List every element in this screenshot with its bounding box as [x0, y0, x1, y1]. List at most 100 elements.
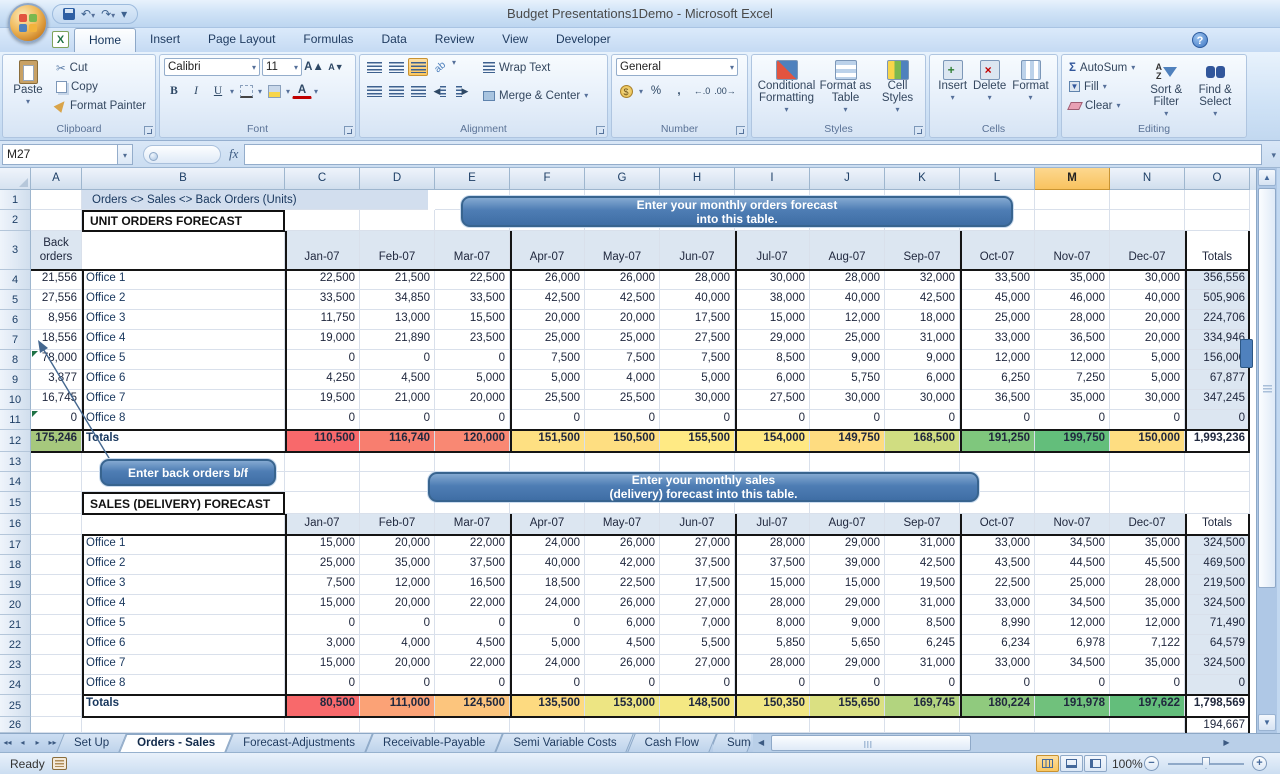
cell-M13[interactable] [1035, 452, 1110, 472]
cell-E22[interactable]: 4,500 [435, 635, 510, 655]
cell-H9[interactable]: 5,000 [660, 370, 735, 390]
cell-C23[interactable]: 15,000 [285, 655, 360, 675]
cell-E25[interactable]: 124,500 [435, 695, 510, 717]
cell-J7[interactable]: 25,000 [810, 330, 885, 350]
cell-N8[interactable]: 5,000 [1110, 350, 1185, 370]
cell-E19[interactable]: 16,500 [435, 575, 510, 595]
cell-M5[interactable]: 46,000 [1035, 290, 1110, 310]
cell-G26[interactable] [585, 717, 660, 733]
cell-A1[interactable] [31, 190, 82, 210]
cell-L10[interactable]: 36,500 [960, 390, 1035, 410]
callout-sales-forecast[interactable]: Enter your monthly sales (delivery) fore… [428, 472, 979, 502]
cell-L25[interactable]: 180,224 [960, 695, 1035, 717]
cell-N5[interactable]: 40,000 [1110, 290, 1185, 310]
orientation-icon[interactable]: ab [427, 54, 454, 81]
cell-A18[interactable] [31, 555, 82, 575]
cell-L4[interactable]: 33,500 [960, 270, 1035, 290]
row-header-24[interactable]: 24 [0, 675, 31, 695]
cell-B3[interactable] [82, 231, 285, 270]
cell-N26[interactable] [1110, 717, 1185, 733]
cell-C24[interactable]: 0 [285, 675, 360, 695]
cell-O21[interactable]: 71,490 [1185, 615, 1250, 635]
increase-indent-icon[interactable]: ▶ [452, 82, 472, 100]
align-left-icon[interactable] [364, 82, 384, 100]
cell-G21[interactable]: 6,000 [585, 615, 660, 635]
cell-K9[interactable]: 6,000 [885, 370, 960, 390]
zoom-out-icon[interactable]: − [1144, 756, 1159, 771]
cell-L7[interactable]: 33,000 [960, 330, 1035, 350]
cell-H19[interactable]: 17,500 [660, 575, 735, 595]
unit-orders-forecast-header[interactable]: UNIT ORDERS FORECAST [82, 210, 285, 232]
cell-F19[interactable]: 18,500 [510, 575, 585, 595]
number-dialog-launcher-icon[interactable] [736, 126, 745, 135]
cell-I19[interactable]: 15,000 [735, 575, 810, 595]
cell-A16[interactable] [31, 514, 82, 535]
cell-A7[interactable]: 18,556 [31, 330, 82, 350]
format-cells-button[interactable]: Format ▾ [1012, 58, 1049, 120]
cell-J25[interactable]: 155,650 [810, 695, 885, 717]
row-header-10[interactable]: 10 [0, 390, 31, 410]
month-header-Sep-07[interactable]: Sep-07 [885, 231, 960, 270]
cell-A20[interactable] [31, 595, 82, 615]
row-header-13[interactable]: 13 [0, 452, 31, 472]
cell-C10[interactable]: 19,500 [285, 390, 360, 410]
cell-B8[interactable]: Office 5 [82, 350, 285, 370]
cell-D22[interactable]: 4,000 [360, 635, 435, 655]
cell-E20[interactable]: 22,000 [435, 595, 510, 615]
cell-I7[interactable]: 29,000 [735, 330, 810, 350]
cell-C18[interactable]: 25,000 [285, 555, 360, 575]
align-bottom-icon[interactable] [408, 58, 428, 76]
cell-L19[interactable]: 22,500 [960, 575, 1035, 595]
cell-N14[interactable] [1110, 472, 1185, 492]
cell-C25[interactable]: 80,500 [285, 695, 360, 717]
cell-I12[interactable]: 154,000 [735, 430, 810, 452]
cell-K4[interactable]: 32,000 [885, 270, 960, 290]
cell-D8[interactable]: 0 [360, 350, 435, 370]
cell-H11[interactable]: 0 [660, 410, 735, 430]
tab-home[interactable]: Home [74, 28, 137, 52]
cell-G11[interactable]: 0 [585, 410, 660, 430]
cell-E11[interactable]: 0 [435, 410, 510, 430]
cell-L8[interactable]: 12,000 [960, 350, 1035, 370]
insert-cells-button[interactable]: + Insert ▾ [938, 58, 967, 120]
cell-M26[interactable] [1035, 717, 1110, 733]
cell-I6[interactable]: 15,000 [735, 310, 810, 330]
cell-K8[interactable]: 9,000 [885, 350, 960, 370]
tab-page-layout[interactable]: Page Layout [194, 28, 289, 52]
cell-L18[interactable]: 43,500 [960, 555, 1035, 575]
prev-sheet-icon[interactable]: ◂ [15, 734, 30, 752]
cell-B16[interactable] [82, 514, 285, 535]
cell-J18[interactable]: 39,000 [810, 555, 885, 575]
cell-O5[interactable]: 505,906 [1185, 290, 1250, 310]
cell-K21[interactable]: 8,500 [885, 615, 960, 635]
cell-K24[interactable]: 0 [885, 675, 960, 695]
cell-O10[interactable]: 347,245 [1185, 390, 1250, 410]
cell-L22[interactable]: 6,234 [960, 635, 1035, 655]
cell-D12[interactable]: 116,740 [360, 430, 435, 452]
cell-N2[interactable] [1110, 210, 1185, 231]
cell-H24[interactable]: 0 [660, 675, 735, 695]
cell-F20[interactable]: 24,000 [510, 595, 585, 615]
cell-H26[interactable] [660, 717, 735, 733]
cell-O1[interactable] [1185, 190, 1250, 210]
cell-F5[interactable]: 42,500 [510, 290, 585, 310]
cell-F18[interactable]: 40,000 [510, 555, 585, 575]
cell-N21[interactable]: 12,000 [1110, 615, 1185, 635]
month-header-Dec-07[interactable]: Dec-07 [1110, 231, 1185, 270]
cell-H5[interactable]: 40,000 [660, 290, 735, 310]
cell-B23[interactable]: Office 7 [82, 655, 285, 675]
cell-C9[interactable]: 4,250 [285, 370, 360, 390]
totals-column-header2[interactable]: Totals [1185, 514, 1250, 535]
horizontal-scrollbar[interactable]: ◀ ▶ [752, 734, 1280, 752]
cell-K12[interactable]: 168,500 [885, 430, 960, 452]
column-header-I[interactable]: I [735, 168, 810, 190]
cell-E21[interactable]: 0 [435, 615, 510, 635]
align-right-icon[interactable] [408, 82, 428, 100]
column-header-M[interactable]: M [1035, 168, 1110, 190]
cell-A13[interactable] [31, 452, 82, 472]
cell-N10[interactable]: 30,000 [1110, 390, 1185, 410]
cell-J21[interactable]: 9,000 [810, 615, 885, 635]
cell-C4[interactable]: 22,500 [285, 270, 360, 290]
cell-F25[interactable]: 135,500 [510, 695, 585, 717]
cell-O14[interactable] [1185, 472, 1250, 492]
